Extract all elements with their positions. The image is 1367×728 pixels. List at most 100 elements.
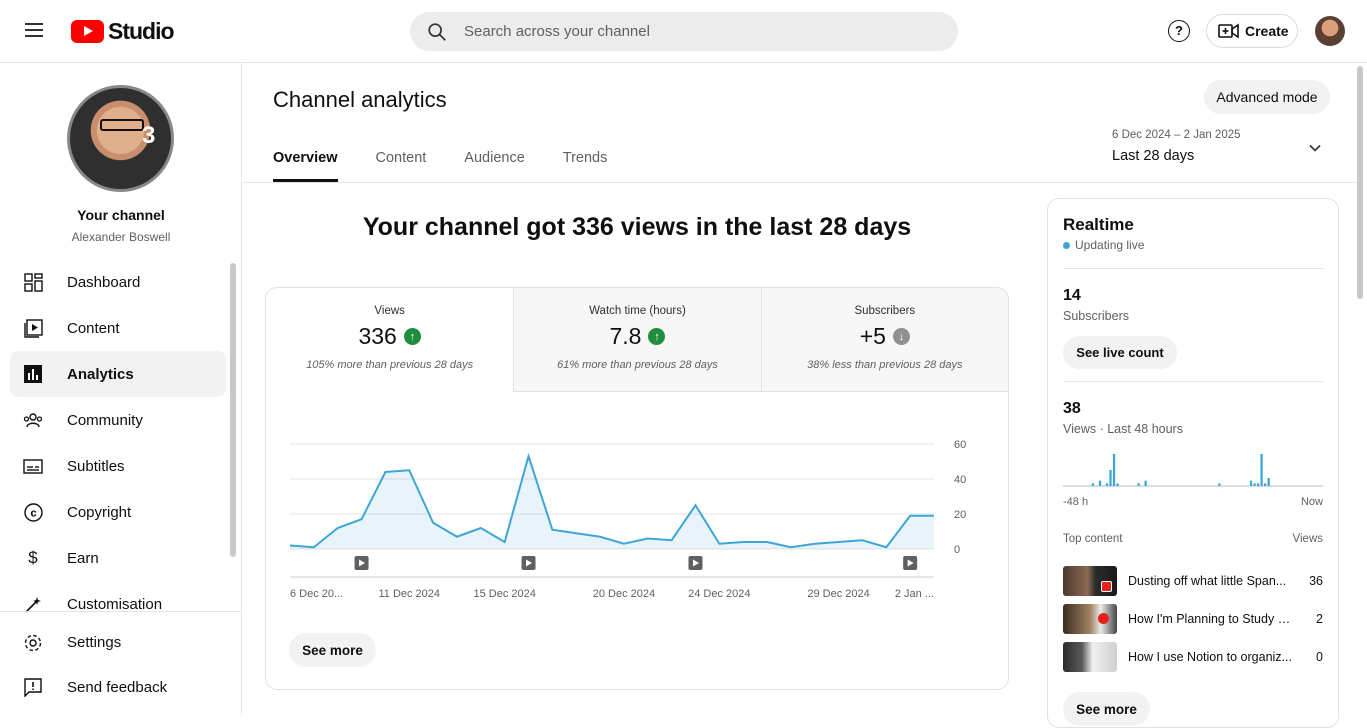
top-content-title: How I use Notion to organiz... (1128, 650, 1292, 664)
search-icon (428, 22, 446, 41)
community-icon (23, 410, 43, 430)
studio-logo[interactable]: Studio (71, 18, 175, 45)
data-point (432, 521, 435, 524)
create-label: Create (1245, 23, 1289, 39)
data-point (575, 532, 578, 535)
arrow-up-icon: ↑ (403, 328, 421, 345)
sidebar-item-label: Dashboard (67, 273, 141, 291)
tab-audience[interactable]: Audience (464, 150, 524, 182)
x-tick-label: 15 Dec 2024 (473, 588, 535, 600)
advanced-mode-button[interactable]: Advanced mode (1204, 80, 1330, 114)
sidebar-item-copyright[interactable]: c Copyright (10, 489, 226, 535)
x-tick-label: 11 Dec 2024 (378, 588, 440, 600)
realtime-bar (1105, 483, 1109, 486)
y-tick-label: 20 (954, 509, 966, 521)
sidebar-item-analytics[interactable]: Analytics (10, 351, 226, 397)
see-more-button[interactable]: See more (289, 633, 376, 667)
arrow-up-icon: ↑ (648, 328, 666, 345)
help-icon[interactable]: ? (1168, 20, 1190, 42)
realtime-bar (1263, 483, 1267, 486)
metric-subscribers[interactable]: Subscribers +5 ↓ 38% less than previous 2… (760, 288, 1008, 392)
top-content-item[interactable]: How I use Notion to organiz... 0 (1063, 640, 1323, 674)
sidebar-item-earn[interactable]: $ Earn (10, 535, 226, 581)
sidebar-scrollbar[interactable] (230, 263, 236, 557)
date-range-picker[interactable]: 6 Dec 2024 – 2 Jan 2025 Last 28 days (1112, 129, 1241, 164)
top-content-views: 0 (1316, 650, 1323, 664)
sidebar-item-subtitles[interactable]: Subtitles (10, 443, 226, 489)
realtime-see-more-button[interactable]: See more (1063, 692, 1150, 726)
metric-label: Watch time (hours) (589, 305, 686, 317)
content-icon (23, 318, 43, 338)
see-live-count-button[interactable]: See live count (1063, 336, 1177, 369)
tab-overview[interactable]: Overview (273, 150, 338, 182)
realtime-bar-chart[interactable] (1063, 447, 1323, 489)
top-content-views: 2 (1316, 612, 1323, 626)
sidebar-nav: Dashboard Content Analytics Community Su… (10, 259, 226, 627)
play-badge-icon (1098, 613, 1109, 624)
realtime-title: Realtime (1063, 215, 1134, 234)
top-content-views-label: Views (1292, 533, 1323, 545)
top-content-label: Top content (1063, 533, 1123, 545)
tab-trends[interactable]: Trends (563, 150, 608, 182)
realtime-axis-start: -48 h (1063, 496, 1089, 508)
earn-icon: $ (28, 548, 38, 567)
metric-watch-time[interactable]: Watch time (hours) 7.8 ↑ 61% more than pr… (513, 288, 761, 392)
realtime-bar (1267, 478, 1270, 486)
hamburger-menu-icon[interactable] (22, 19, 48, 43)
create-button[interactable]: Create (1206, 14, 1298, 48)
sidebar-item-community[interactable]: Community (10, 397, 226, 443)
data-point (861, 539, 864, 542)
data-point (312, 546, 315, 549)
chevron-down-icon[interactable] (1308, 141, 1322, 155)
data-point (742, 541, 745, 544)
divider (1063, 268, 1323, 269)
realtime-bar (1249, 480, 1253, 486)
data-point (289, 544, 292, 547)
gear-icon (23, 633, 43, 653)
main-scrollbar[interactable] (1357, 66, 1363, 299)
data-point (694, 504, 697, 507)
tab-content[interactable]: Content (376, 150, 427, 182)
sidebar-item-label: Subtitles (67, 457, 125, 475)
metric-value: 7.8 ↑ (514, 323, 760, 350)
realtime-bar (1137, 483, 1140, 486)
x-tick-label: 24 Dec 2024 (688, 588, 750, 600)
sidebar-item-settings[interactable]: Settings (10, 620, 226, 665)
data-point (336, 527, 339, 530)
arrow-down-icon: ↓ (892, 328, 910, 345)
realtime-axis-end: Now (1300, 496, 1323, 508)
data-point (933, 514, 936, 517)
sidebar-item-content[interactable]: Content (10, 305, 226, 351)
data-point (766, 541, 769, 544)
realtime-bar (1260, 454, 1263, 486)
date-range-dates: 6 Dec 2024 – 2 Jan 2025 (1112, 129, 1241, 141)
search-bar[interactable] (410, 12, 958, 51)
top-content-title: How I'm Planning to Study 4... (1128, 612, 1292, 626)
top-content-item[interactable]: How I'm Planning to Study 4... 2 (1063, 602, 1323, 636)
metric-note: 105% more than previous 28 days (306, 359, 474, 371)
date-range-label: Last 28 days (1112, 148, 1195, 164)
realtime-status: Updating live (1063, 238, 1144, 252)
search-input[interactable] (464, 23, 904, 40)
metric-label: Subscribers (854, 305, 916, 317)
x-tick-label: 29 Dec 2024 (807, 588, 869, 600)
analytics-tabs: Overview Content Audience Trends (273, 150, 645, 182)
top-content-item[interactable]: Dusting off what little Span... 36 (1063, 564, 1323, 598)
feedback-icon (23, 678, 43, 698)
subscriber-label: Subscribers (1063, 309, 1129, 323)
overview-card: Views 336 ↑ 105% more than previous 28 da… (265, 287, 1009, 690)
live-dot-icon (1063, 241, 1070, 249)
sidebar-item-label: Send feedback (67, 679, 168, 696)
sidebar-item-send-feedback[interactable]: Send feedback (10, 665, 226, 710)
channel-avatar[interactable]: 3 (67, 85, 174, 192)
metric-views[interactable]: Views 336 ↑ 105% more than previous 28 da… (266, 288, 514, 392)
account-avatar[interactable] (1315, 16, 1345, 46)
y-tick-label: 0 (954, 544, 960, 556)
data-point (527, 455, 530, 458)
views-line-chart[interactable]: 60 40 20 0 6 Dec 20... 11 Dec 2024 15 Dec 2024… (266, 392, 1009, 690)
sidebar-item-label: Content (67, 319, 120, 337)
sidebar-item-dashboard[interactable]: Dashboard (10, 259, 226, 305)
video-thumbnail (1063, 604, 1117, 634)
metric-value-text: 336 (358, 323, 397, 349)
avatar-badge: 3 (142, 122, 156, 149)
